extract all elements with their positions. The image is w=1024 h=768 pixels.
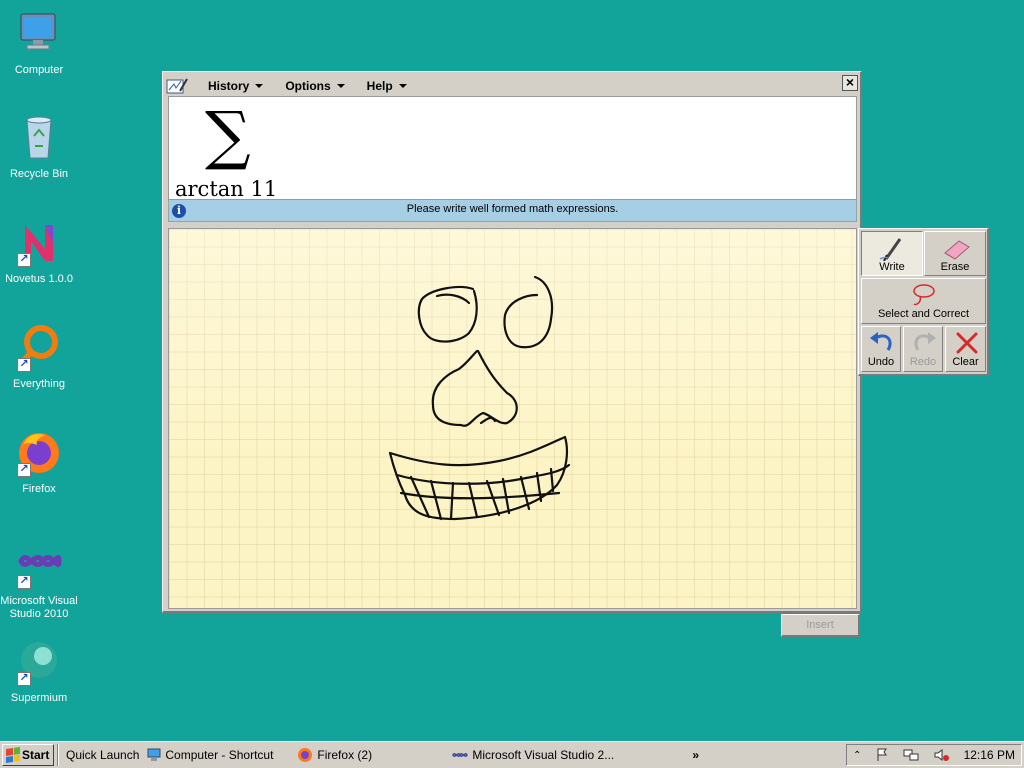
eraser-icon xyxy=(944,240,970,260)
chevron-down-icon xyxy=(398,83,407,88)
desktop-icon-label: Novetus 1.0.0 xyxy=(5,273,73,285)
flag-icon[interactable] xyxy=(875,748,889,762)
desktop-icon-recycle-bin[interactable]: Recycle Bin xyxy=(0,114,78,181)
preview-expression: arctan 11 xyxy=(175,177,278,201)
computer-icon xyxy=(15,10,63,58)
desktop-icon-firefox[interactable]: ↗ Firefox xyxy=(0,429,78,496)
math-input-panel-window: History Options Help × ∑ arctan 11 i Ple… xyxy=(162,71,862,613)
menu-options[interactable]: Options xyxy=(275,75,356,96)
desktop-icon-label: Supermium xyxy=(10,692,68,704)
erase-button[interactable]: Erase xyxy=(924,231,986,276)
visual-studio-icon xyxy=(452,753,469,757)
clear-x-icon xyxy=(956,332,978,354)
everything-icon: ↗ xyxy=(15,324,63,372)
clock[interactable]: 12:16 PM xyxy=(964,748,1015,762)
start-button[interactable]: Start xyxy=(2,744,54,766)
info-message: Please write well formed math expression… xyxy=(406,203,619,215)
taskbar-item-visual-studio[interactable]: Microsoft Visual Studio 2... xyxy=(448,744,688,766)
close-button[interactable]: × xyxy=(842,75,858,91)
desktop-icon-label: Computer xyxy=(14,64,64,76)
taskbar-item-computer-shortcut[interactable]: Computer - Shortcut xyxy=(143,744,293,766)
desktop-icon-label: Firefox xyxy=(22,483,56,495)
insert-button[interactable]: Insert xyxy=(781,614,860,637)
desktop-icon-label: Recycle Bin xyxy=(9,168,69,180)
supermium-icon: ↗ xyxy=(15,638,63,686)
write-button[interactable]: Write xyxy=(861,231,923,276)
network-icon[interactable] xyxy=(903,748,919,762)
recycle-bin-icon xyxy=(15,114,63,162)
quick-launch-toolbar[interactable]: Quick Launch xyxy=(62,744,143,766)
info-bar: i Please write well formed math expressi… xyxy=(168,200,857,222)
preview-sigma-symbol: ∑ xyxy=(205,99,251,173)
menu-help[interactable]: Help xyxy=(357,75,419,96)
shortcut-arrow-icon: ↗ xyxy=(17,358,31,372)
tray-expand-icon[interactable]: ⌃ xyxy=(853,750,861,761)
shortcut-arrow-icon: ↗ xyxy=(17,672,31,686)
desktop-icon-visual-studio[interactable]: ↗ Microsoft Visual Studio 2010 xyxy=(0,541,78,621)
visual-studio-icon: ↗ xyxy=(15,541,63,589)
writing-canvas[interactable] xyxy=(168,228,857,609)
menu-bar: History Options Help xyxy=(166,75,857,96)
taskbar-separator xyxy=(57,744,59,766)
desktop-icon-label: Everything xyxy=(13,378,65,390)
lasso-icon xyxy=(913,284,935,306)
firefox-icon xyxy=(298,748,313,762)
firefox-icon: ↗ xyxy=(15,429,63,477)
shortcut-arrow-icon: ↗ xyxy=(17,463,31,477)
clear-button[interactable]: Clear xyxy=(945,326,986,372)
recognition-preview: ∑ arctan 11 xyxy=(168,96,857,201)
redo-icon xyxy=(914,332,936,351)
volume-muted-icon[interactable] xyxy=(934,748,950,762)
windows-logo-icon xyxy=(6,747,20,763)
desktop-icon-novetus[interactable]: ↗ Novetus 1.0.0 xyxy=(0,219,78,286)
shortcut-arrow-icon: ↗ xyxy=(17,575,31,589)
desktop-icon-supermium[interactable]: ↗ Supermium xyxy=(0,638,78,705)
novetus-icon: ↗ xyxy=(15,219,63,267)
undo-icon xyxy=(870,332,892,351)
taskbar-overflow-chevron[interactable]: » xyxy=(688,744,703,766)
handwritten-ink xyxy=(388,275,571,521)
redo-button[interactable]: Redo xyxy=(903,326,943,372)
taskbar-item-firefox[interactable]: Firefox (2) xyxy=(293,744,448,766)
computer-icon xyxy=(147,748,161,761)
pen-icon xyxy=(879,238,902,261)
select-and-correct-button[interactable]: Select and Correct xyxy=(861,278,986,324)
menu-history[interactable]: History xyxy=(198,75,275,96)
desktop-icon-label: Microsoft Visual Studio 2010 xyxy=(0,595,78,620)
math-input-app-icon xyxy=(166,77,188,93)
undo-button[interactable]: Undo xyxy=(861,326,901,372)
desktop-icon-computer[interactable]: Computer xyxy=(0,10,78,77)
tool-palette: Write Erase Select and Correct Undo Redo xyxy=(858,228,989,376)
system-tray: ⌃ 12:16 PM xyxy=(846,744,1022,766)
chevron-down-icon xyxy=(336,83,345,88)
chevron-down-icon xyxy=(255,83,264,88)
desktop-icon-everything[interactable]: ↗ Everything xyxy=(0,324,78,391)
taskbar: Start Quick Launch Computer - Shortcut F… xyxy=(0,741,1024,768)
shortcut-arrow-icon: ↗ xyxy=(17,253,31,267)
